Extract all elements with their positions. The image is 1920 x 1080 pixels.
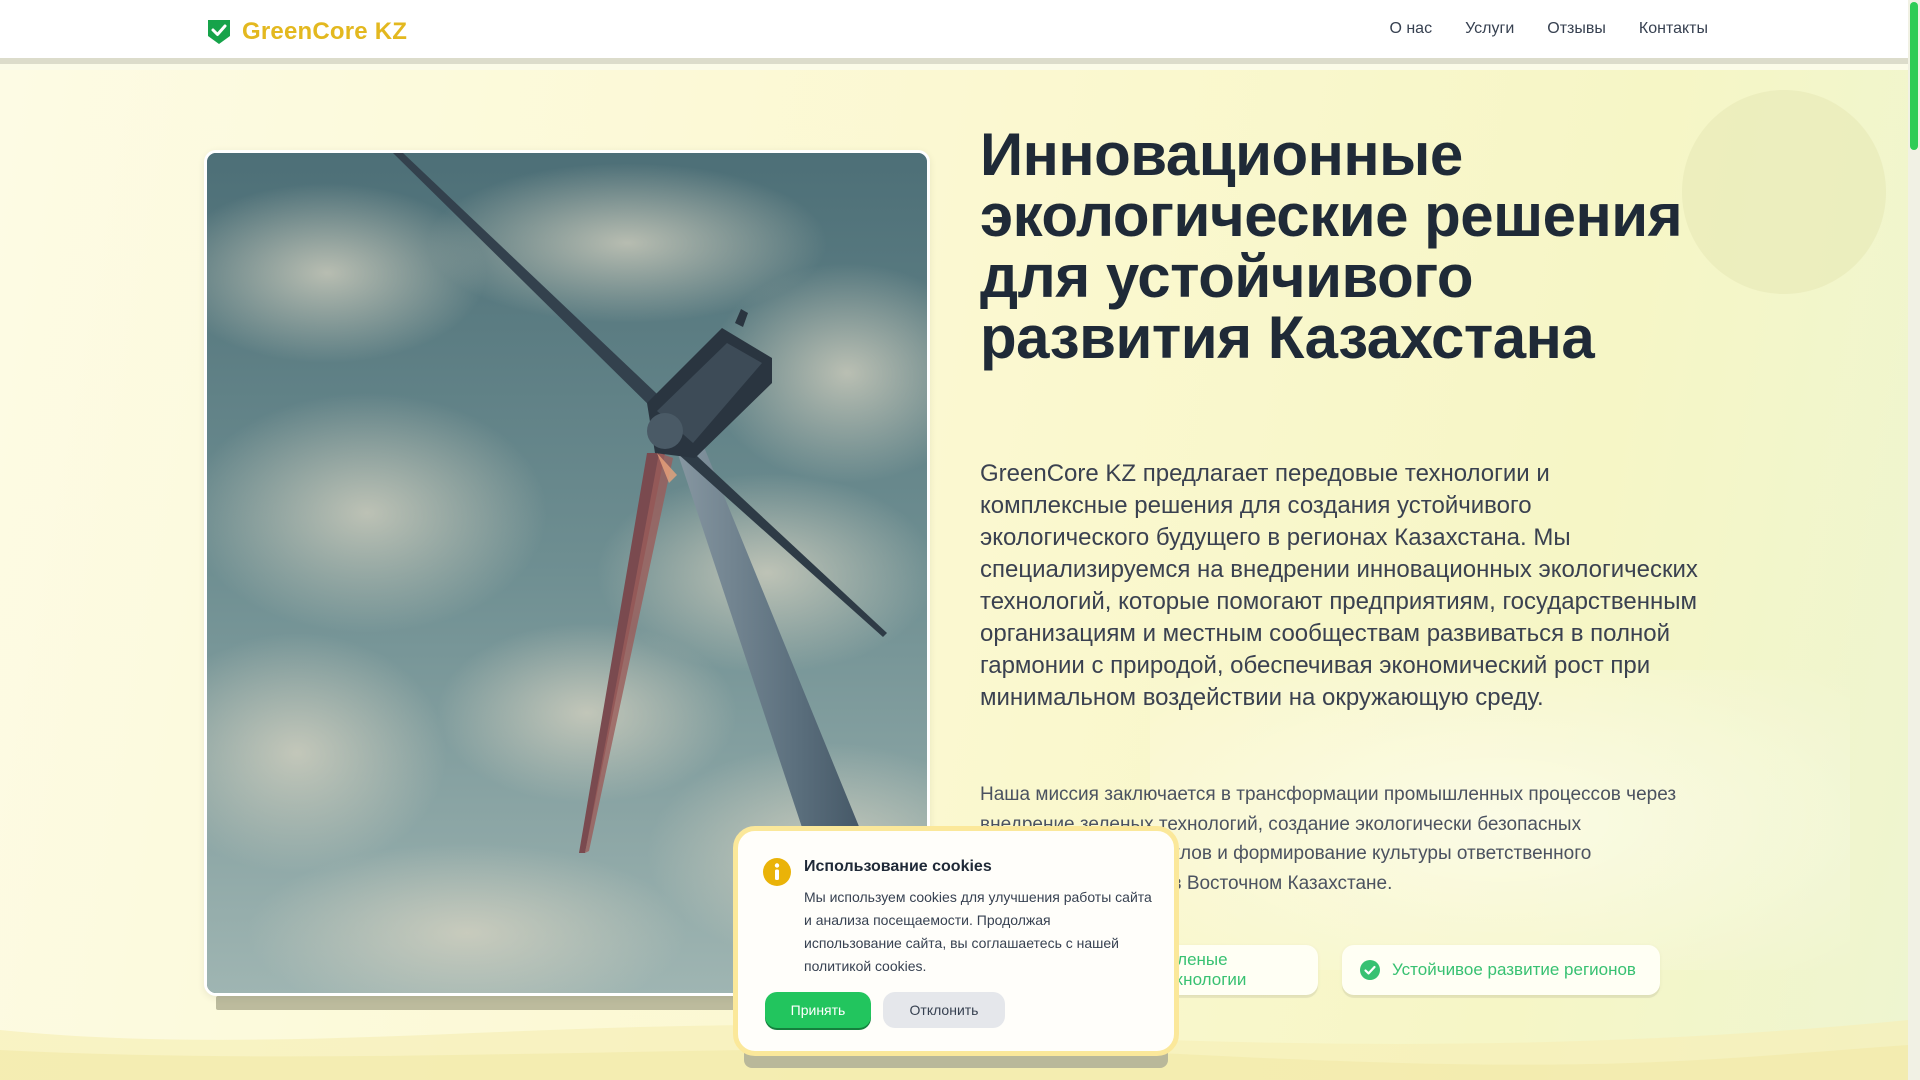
cookie-title: Использование cookies — [804, 858, 992, 875]
page-scrollbar[interactable] — [1908, 0, 1920, 1080]
site-header: GreenCore KZ О нас Услуги Отзывы Контакт… — [0, 0, 1908, 64]
feature-chip-sustainable: Устойчивое развитие регионов — [1342, 945, 1660, 995]
main-nav: О нас Услуги Отзывы Контакты — [1389, 20, 1708, 38]
hero-headline: Инновационные экологические решения для … — [980, 121, 1683, 371]
feature-chip-label: Устойчивое развитие регионов — [1392, 960, 1636, 979]
cookie-text: Мы используем cookies для улучшения рабо… — [804, 889, 1152, 974]
check-circle-icon — [1360, 960, 1380, 980]
brand-logo[interactable]: GreenCore KZ — [206, 16, 407, 48]
decorative-circle — [1682, 90, 1886, 294]
hero-lead-paragraph: GreenCore KZ предлагает передовые технол… — [980, 460, 1698, 711]
cookie-consent-popup: Использование cookies Мы используем cook… — [733, 826, 1179, 1056]
nav-link-services[interactable]: Услуги — [1465, 20, 1514, 38]
feature-chip-label: Зеленые технологии — [1158, 950, 1247, 989]
brand-name: GreenCore KZ — [242, 18, 408, 45]
nav-link-about[interactable]: О нас — [1389, 20, 1432, 38]
nav-link-reviews[interactable]: Отзывы — [1547, 20, 1606, 38]
decline-cookies-button[interactable]: Отклонить — [883, 992, 1005, 1028]
info-icon — [763, 858, 791, 886]
nav-link-contacts[interactable]: Контакты — [1639, 20, 1708, 38]
shield-check-icon — [208, 20, 230, 44]
scrollbar-thumb[interactable] — [1910, 2, 1918, 150]
accept-cookies-button[interactable]: Принять — [765, 992, 871, 1028]
